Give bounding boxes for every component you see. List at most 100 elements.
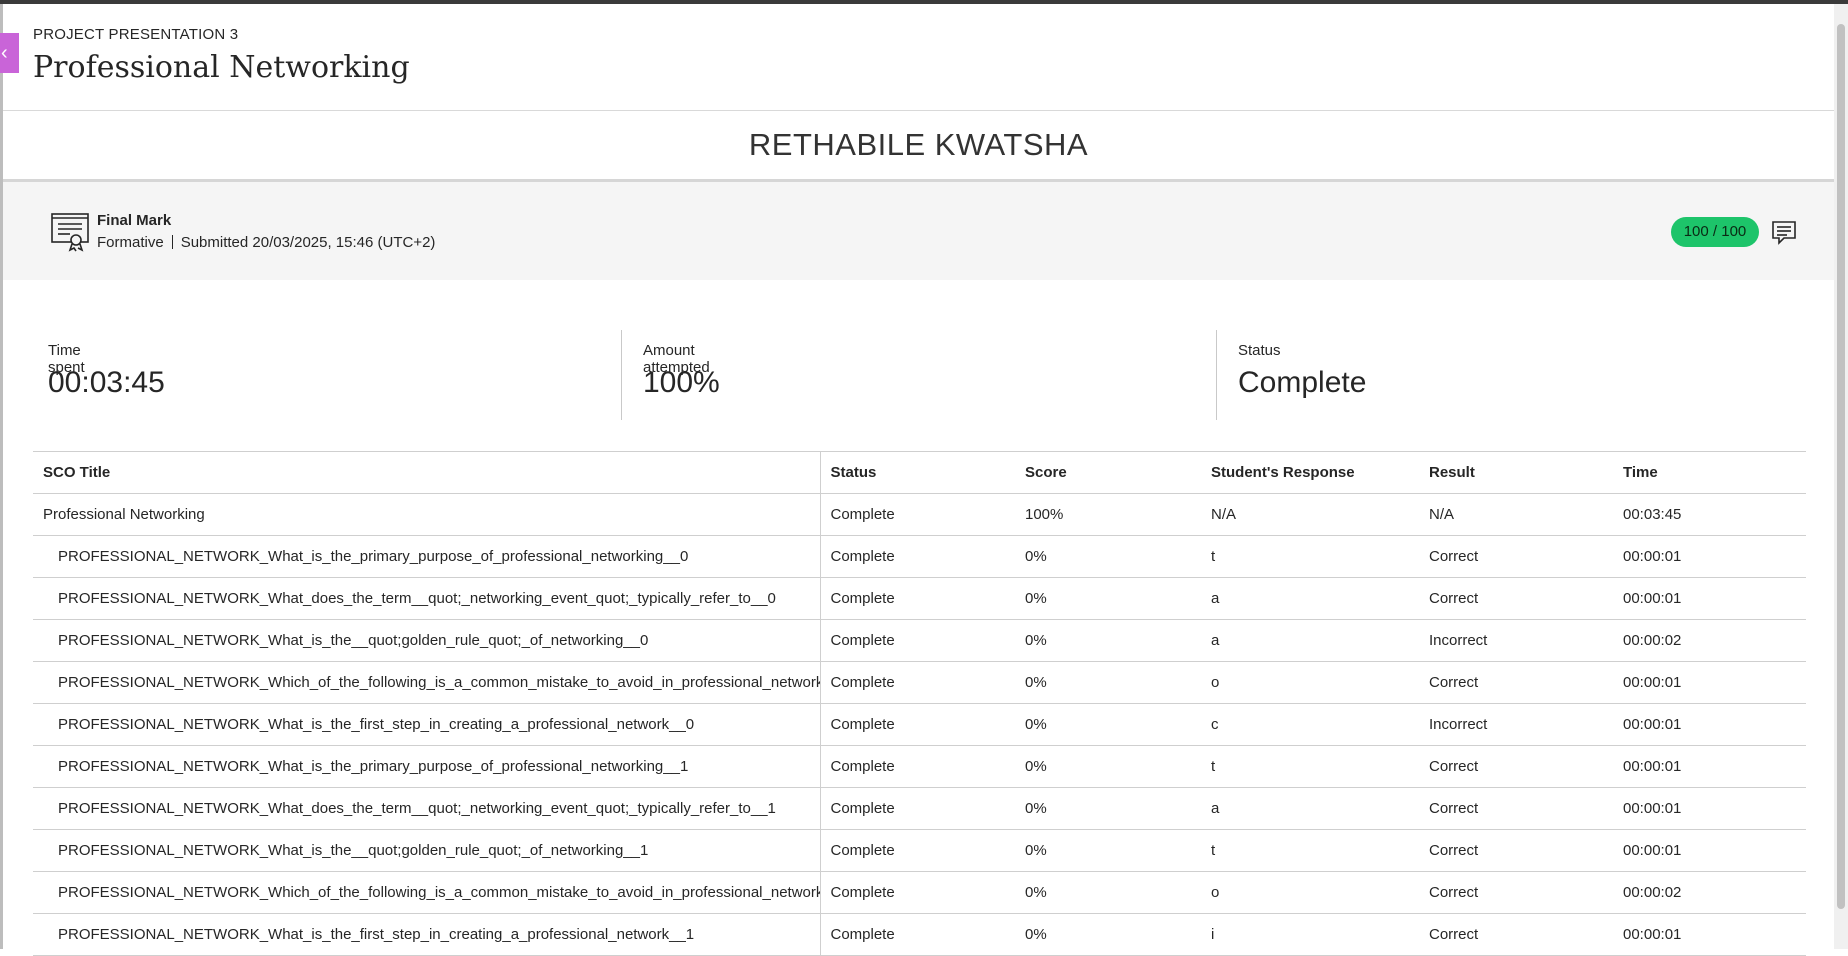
assessment-type: Formative: [97, 234, 164, 251]
table-row: PROFESSIONAL_NETWORK_What_is_the_primary…: [33, 745, 1806, 788]
attempt-stats: Time spent 00:03:45 Amount attempted 100…: [33, 330, 1806, 420]
cell-time: 00:00:01: [1613, 535, 1806, 578]
cell-response: i: [1201, 913, 1419, 956]
cell-result: Correct: [1419, 829, 1613, 872]
cell-result: Incorrect: [1419, 619, 1613, 662]
cell-result: Correct: [1419, 787, 1613, 830]
header-time[interactable]: Time: [1613, 451, 1806, 494]
cell-score: 0%: [1015, 745, 1201, 788]
cell-sco-title: PROFESSIONAL_NETWORK_What_is_the__quot;g…: [33, 829, 821, 872]
cell-status: Complete: [820, 829, 1015, 872]
cell-time: 00:00:01: [1613, 829, 1806, 872]
vertical-scrollbar[interactable]: [1834, 4, 1848, 949]
table-row: PROFESSIONAL_NETWORK_What_is_the_first_s…: [33, 913, 1806, 956]
cell-time: 00:00:01: [1613, 913, 1806, 956]
cell-response: t: [1201, 745, 1419, 788]
meta-divider: [171, 235, 173, 249]
table-row: PROFESSIONAL_NETWORK_What_does_the_term_…: [33, 577, 1806, 620]
stat-divider: [1216, 330, 1217, 420]
stat-label: Status: [1238, 342, 1281, 359]
table-header-row: SCO Title Status Score Student's Respons…: [33, 451, 1806, 494]
cell-sco-title: Professional Networking: [33, 493, 821, 536]
table-row: PROFESSIONAL_NETWORK_What_does_the_term_…: [33, 787, 1806, 830]
cell-result: N/A: [1419, 493, 1613, 536]
cell-score: 0%: [1015, 913, 1201, 956]
table-row: PROFESSIONAL_NETWORK_Which_of_the_follow…: [33, 871, 1806, 914]
cell-response: o: [1201, 661, 1419, 704]
final-mark-panel: Final Mark Formative Submitted 20/03/2025…: [3, 182, 1834, 280]
cell-sco-title: PROFESSIONAL_NETWORK_What_is_the_first_s…: [33, 913, 821, 956]
cell-score: 0%: [1015, 577, 1201, 620]
student-banner: RETHABILE KWATSHA: [3, 111, 1834, 182]
submitted-date: Submitted 20/03/2025, 15:46 (UTC+2): [180, 234, 436, 251]
student-name: RETHABILE KWATSHA: [748, 127, 1089, 162]
final-mark-meta: Formative Submitted 20/03/2025, 15:46 (UT…: [97, 234, 435, 251]
cell-status: Complete: [820, 619, 1015, 662]
sco-table-container: SCO Title Status Score Student's Respons…: [33, 451, 1806, 956]
cell-response: t: [1201, 535, 1419, 578]
cell-time: 00:03:45: [1613, 493, 1806, 536]
cell-response: a: [1201, 619, 1419, 662]
cell-time: 00:00:01: [1613, 745, 1806, 788]
cell-score: 100%: [1015, 493, 1201, 536]
cell-sco-title: PROFESSIONAL_NETWORK_Which_of_the_follow…: [33, 661, 821, 704]
stat-value: 100%: [643, 366, 720, 399]
cell-time: 00:00:02: [1613, 619, 1806, 662]
certificate-icon: [51, 213, 89, 252]
cell-result: Correct: [1419, 745, 1613, 788]
cell-response: t: [1201, 829, 1419, 872]
comment-icon[interactable]: [1770, 218, 1798, 246]
cell-score: 0%: [1015, 661, 1201, 704]
sco-table: SCO Title Status Score Student's Respons…: [33, 451, 1806, 956]
cell-score: 0%: [1015, 535, 1201, 578]
page-overline: PROJECT PRESENTATION 3: [33, 26, 239, 43]
cell-status: Complete: [820, 577, 1015, 620]
table-row: PROFESSIONAL_NETWORK_What_is_the__quot;g…: [33, 619, 1806, 662]
cell-sco-title: PROFESSIONAL_NETWORK_What_does_the_term_…: [33, 577, 821, 620]
cell-time: 00:00:01: [1613, 661, 1806, 704]
cell-sco-title: PROFESSIONAL_NETWORK_What_is_the_primary…: [33, 745, 821, 788]
chevron-left-icon: ‹: [1, 42, 8, 64]
cell-result: Correct: [1419, 871, 1613, 914]
stat-divider: [621, 330, 622, 420]
cell-time: 00:00:01: [1613, 787, 1806, 830]
cell-score: 0%: [1015, 703, 1201, 746]
cell-status: Complete: [820, 787, 1015, 830]
cell-response: o: [1201, 871, 1419, 914]
final-mark-label: Final Mark: [97, 212, 172, 229]
header-sco-title[interactable]: SCO Title: [33, 451, 821, 494]
header-status[interactable]: Status: [820, 451, 1015, 494]
table-row: PROFESSIONAL_NETWORK_What_is_the_first_s…: [33, 703, 1806, 746]
cell-score: 0%: [1015, 871, 1201, 914]
cell-result: Correct: [1419, 913, 1613, 956]
cell-status: Complete: [820, 871, 1015, 914]
back-button[interactable]: ‹: [0, 33, 19, 73]
table-row: PROFESSIONAL_NETWORK_What_is_the_primary…: [33, 535, 1806, 578]
table-row: PROFESSIONAL_NETWORK_What_is_the__quot;g…: [33, 829, 1806, 872]
cell-response: a: [1201, 787, 1419, 830]
cell-result: Correct: [1419, 577, 1613, 620]
cell-result: Incorrect: [1419, 703, 1613, 746]
score-badge[interactable]: 100 / 100: [1671, 217, 1759, 247]
cell-time: 00:00:01: [1613, 577, 1806, 620]
table-row: PROFESSIONAL_NETWORK_Which_of_the_follow…: [33, 661, 1806, 704]
scrollbar-thumb[interactable]: [1837, 24, 1845, 909]
cell-status: Complete: [820, 493, 1015, 536]
header-score[interactable]: Score: [1015, 451, 1201, 494]
cell-sco-title: PROFESSIONAL_NETWORK_Which_of_the_follow…: [33, 871, 821, 914]
cell-status: Complete: [820, 703, 1015, 746]
cell-result: Correct: [1419, 661, 1613, 704]
cell-status: Complete: [820, 913, 1015, 956]
cell-response: N/A: [1201, 493, 1419, 536]
cell-status: Complete: [820, 661, 1015, 704]
cell-sco-title: PROFESSIONAL_NETWORK_What_is_the_first_s…: [33, 703, 821, 746]
header-response[interactable]: Student's Response: [1201, 451, 1419, 494]
table-row: Professional Networking Complete 100% N/…: [33, 493, 1806, 536]
stat-value: 00:03:45: [48, 366, 165, 399]
cell-response: a: [1201, 577, 1419, 620]
cell-sco-title: PROFESSIONAL_NETWORK_What_is_the__quot;g…: [33, 619, 821, 662]
cell-score: 0%: [1015, 787, 1201, 830]
page-title: Professional Networking: [33, 50, 410, 85]
header-result[interactable]: Result: [1419, 451, 1613, 494]
cell-status: Complete: [820, 535, 1015, 578]
